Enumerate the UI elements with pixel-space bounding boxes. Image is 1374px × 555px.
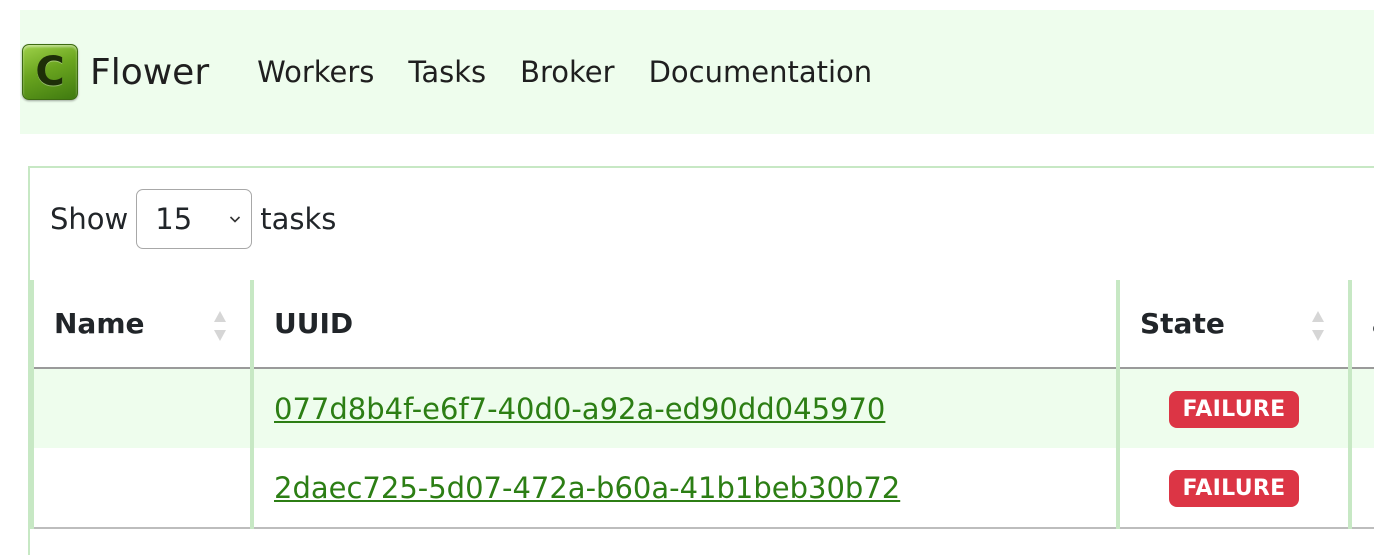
- sort-icon: [214, 311, 226, 341]
- column-header-name[interactable]: Name: [30, 280, 254, 369]
- task-state-cell: FAILURE: [1118, 368, 1352, 448]
- state-badge: FAILURE: [1168, 470, 1300, 507]
- page-length-value: 15: [155, 202, 193, 236]
- nav-documentation[interactable]: Documentation: [649, 55, 873, 89]
- column-label-state: State: [1140, 307, 1225, 340]
- nav-broker[interactable]: Broker: [520, 55, 614, 89]
- column-label-uuid: UUID: [274, 307, 354, 340]
- sort-icon: [1312, 311, 1324, 341]
- task-uuid-cell: 077d8b4f-e6f7-40d0-a92a-ed90dd045970: [252, 368, 1120, 448]
- task-state-cell: FAILURE: [1118, 448, 1352, 529]
- length-prefix-label: Show: [50, 202, 129, 236]
- task-name-cell: [30, 448, 254, 529]
- length-suffix-label: tasks: [260, 202, 337, 236]
- task-uuid-link[interactable]: 2daec725-5d07-472a-b60a-41b1beb30b72: [274, 471, 900, 505]
- state-badge: FAILURE: [1168, 391, 1300, 428]
- tasks-table: Name UUID State a: [30, 280, 1374, 529]
- top-navbar: C Flower Workers Tasks Broker Documentat…: [20, 10, 1374, 134]
- nav-workers[interactable]: Workers: [257, 55, 374, 89]
- column-header-uuid[interactable]: UUID: [252, 280, 1120, 369]
- task-name-cell: [30, 368, 254, 448]
- celery-logo-icon: C: [22, 44, 78, 100]
- page-length-control: Show 15 tasks: [50, 188, 336, 250]
- tasks-panel: Show 15 tasks Name UUID State 077d8b4f-e…: [28, 166, 1374, 555]
- page-length-select[interactable]: 15: [136, 189, 253, 249]
- task-uuid-cell: 2daec725-5d07-472a-b60a-41b1beb30b72: [252, 448, 1120, 529]
- nav-links: Workers Tasks Broker Documentation: [257, 55, 906, 89]
- table-row[interactable]: 077d8b4f-e6f7-40d0-a92a-ed90dd045970 FAI…: [30, 368, 1374, 448]
- logo-letter: C: [35, 49, 65, 95]
- column-header-clipped[interactable]: a: [1350, 280, 1374, 369]
- task-uuid-link[interactable]: 077d8b4f-e6f7-40d0-a92a-ed90dd045970: [274, 392, 885, 426]
- table-row[interactable]: 2daec725-5d07-472a-b60a-41b1beb30b72 FAI…: [30, 448, 1374, 529]
- clipped-cell: [1350, 368, 1374, 448]
- table-header-row: Name UUID State a: [30, 280, 1374, 369]
- chevron-down-icon: [230, 216, 241, 223]
- brand-name[interactable]: Flower: [90, 52, 209, 93]
- clipped-cell: [1350, 448, 1374, 529]
- brand[interactable]: C Flower: [22, 44, 209, 100]
- nav-tasks[interactable]: Tasks: [408, 55, 486, 89]
- column-label-name: Name: [54, 307, 145, 340]
- column-header-state[interactable]: State: [1118, 280, 1352, 369]
